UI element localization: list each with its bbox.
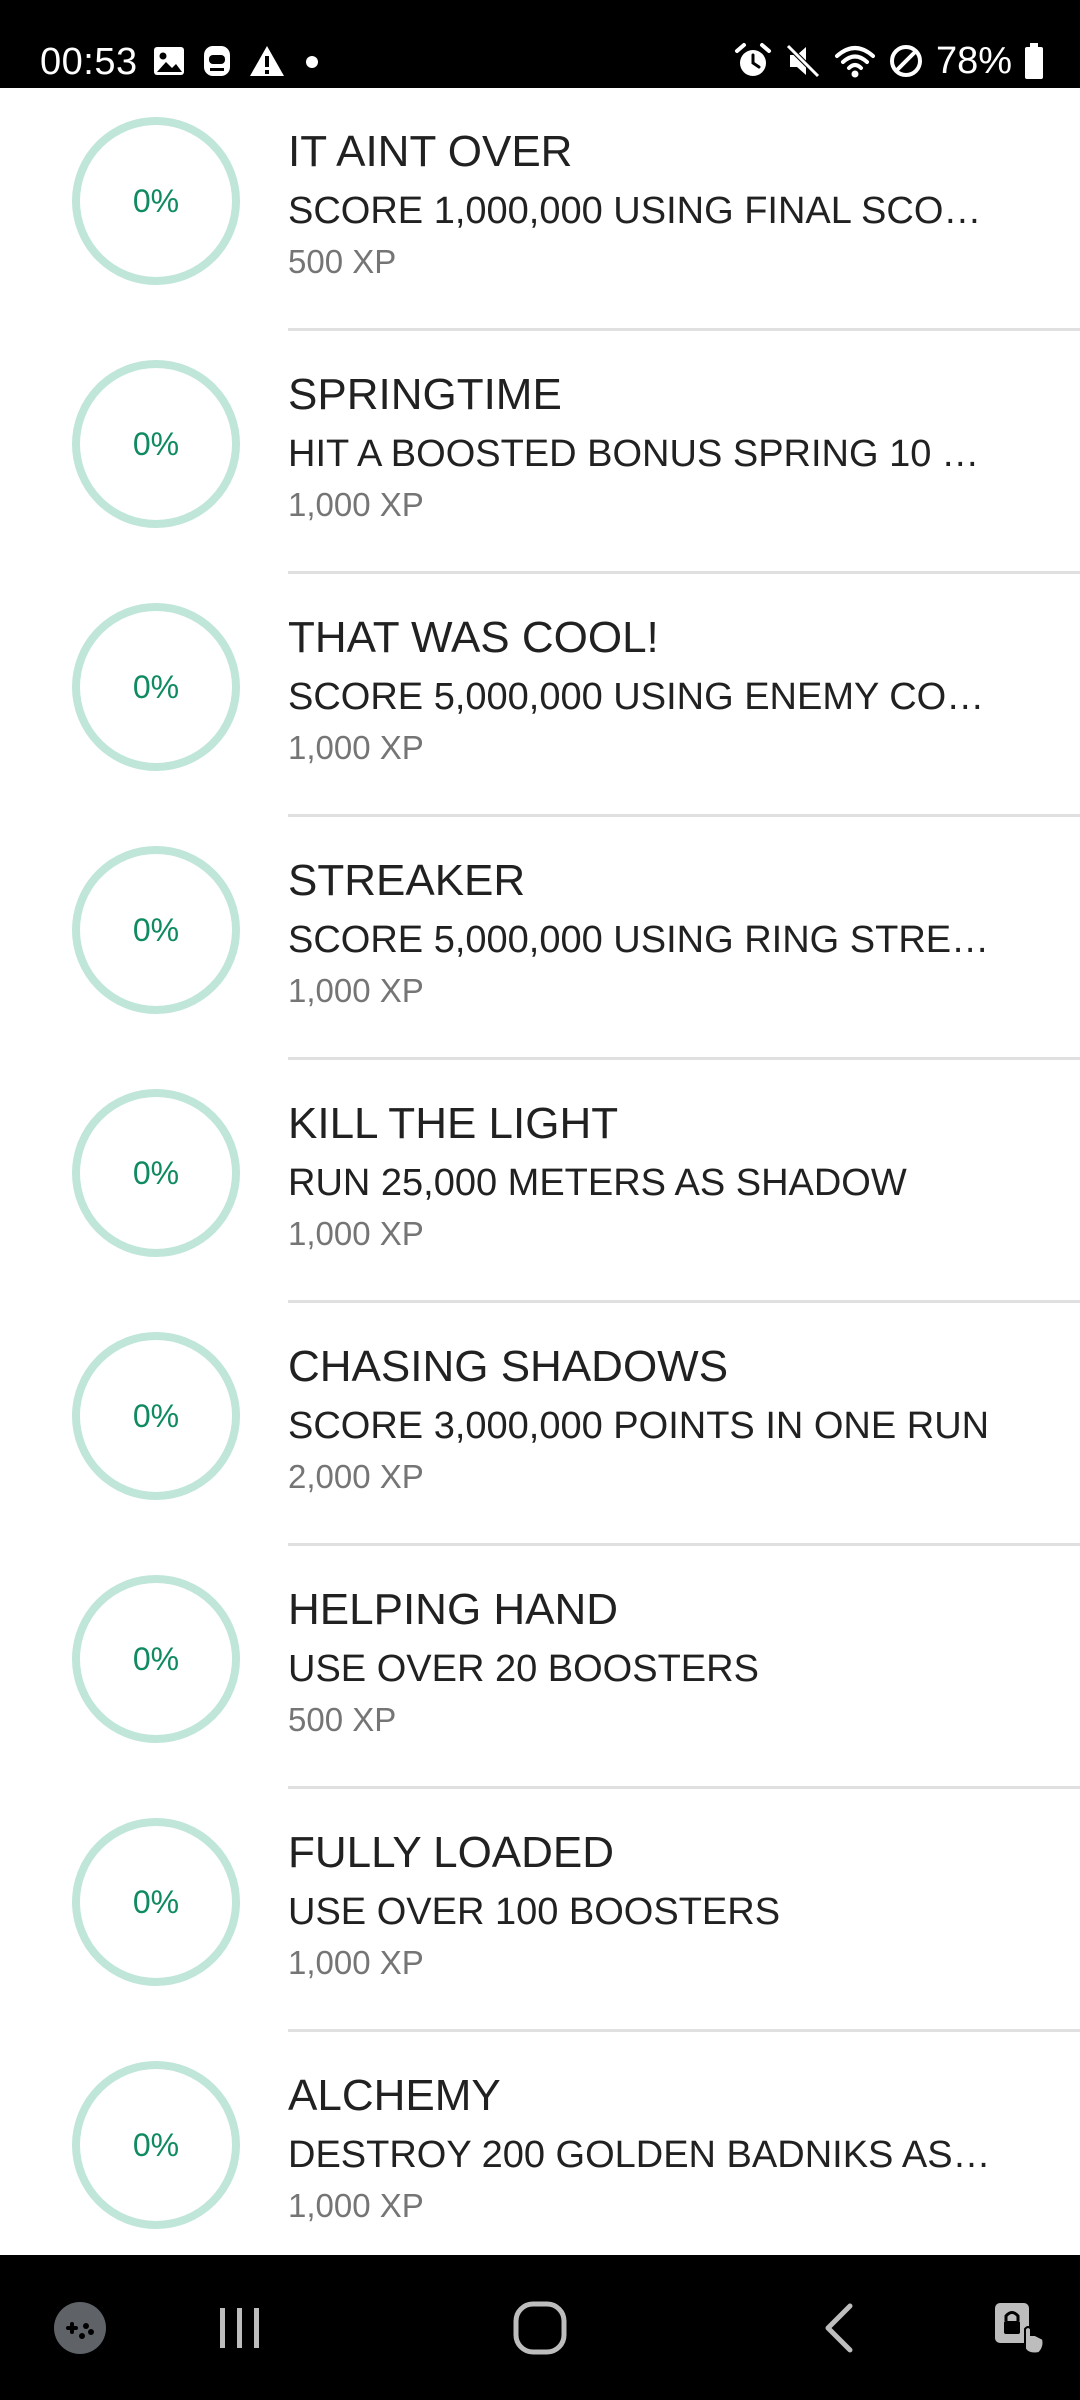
achievement-xp: 1,000 XP	[288, 1215, 424, 1252]
achievement-description: DESTROY 200 GOLDEN BADNIKS AS SHADOW	[288, 2134, 1000, 2176]
achievement-title: KILL THE LIGHT	[288, 1099, 619, 1148]
warning-icon	[250, 46, 284, 76]
achievement-row[interactable]: 0% SPRINGTIME HIT A BOOSTED BONUS SPRING…	[0, 331, 1080, 574]
bixby-icon	[204, 46, 230, 76]
achievement-row[interactable]: 0% FULLY LOADED USE OVER 100 BOOSTERS 1,…	[0, 1789, 1080, 2032]
screen-lock-touch-button[interactable]	[960, 2255, 1080, 2400]
achievement-description: RUN 25,000 METERS AS SHADOW	[288, 1162, 907, 1204]
achievement-xp: 1,000 XP	[288, 486, 424, 523]
progress-percent: 0%	[132, 669, 180, 705]
achievement-xp: 500 XP	[288, 243, 397, 280]
achievement-title: SPRINGTIME	[288, 370, 562, 419]
progress-ring: 0%	[72, 603, 240, 771]
achievement-row[interactable]: 0% THAT WAS COOL! SCORE 5,000,000 USING …	[0, 574, 1080, 817]
status-time: 00:53	[40, 41, 138, 83]
achievement-xp: 1,000 XP	[288, 729, 424, 766]
progress-percent: 0%	[132, 1155, 180, 1191]
game-tools-button[interactable]	[20, 2255, 140, 2400]
screen-lock-touch-icon	[995, 2302, 1045, 2354]
achievement-row[interactable]: 0% KILL THE LIGHT RUN 25,000 METERS AS S…	[0, 1060, 1080, 1303]
back-icon	[825, 2303, 853, 2352]
progress-ring: 0%	[72, 117, 240, 285]
achievement-title: ALCHEMY	[288, 2071, 501, 2120]
progress-ring: 0%	[72, 846, 240, 1014]
achievement-title: THAT WAS COOL!	[288, 613, 659, 662]
recent-apps-icon	[220, 2307, 259, 2348]
progress-percent: 0%	[132, 912, 180, 948]
achievement-title: IT AINT OVER	[288, 127, 573, 176]
progress-ring: 0%	[72, 1089, 240, 1257]
progress-percent: 0%	[132, 2127, 180, 2163]
status-system-icons: 78%	[734, 40, 1044, 82]
alarm-icon	[734, 43, 771, 76]
achievement-description: HIT A BOOSTED BONUS SPRING 10 TIMES	[288, 433, 1000, 475]
battery-percentage: 78%	[935, 40, 1012, 82]
dot-icon	[306, 56, 318, 68]
home-button[interactable]	[480, 2255, 600, 2400]
achievement-title: CHASING SHADOWS	[288, 1342, 729, 1391]
navigation-bar	[0, 2255, 1080, 2400]
achievement-list[interactable]: 0% IT AINT OVER SCORE 1,000,000 USING FI…	[0, 88, 1080, 2255]
back-button[interactable]	[780, 2255, 900, 2400]
recent-apps-button[interactable]	[180, 2255, 300, 2400]
progress-ring: 0%	[72, 1818, 240, 1986]
progress-percent: 0%	[132, 1398, 180, 1434]
achievement-xp: 500 XP	[288, 1701, 397, 1738]
home-icon	[513, 2301, 567, 2354]
gallery-icon	[154, 47, 184, 75]
battery-icon	[1025, 43, 1043, 79]
achievement-description: SCORE 5,000,000 USING ENEMY COMBO	[288, 676, 1000, 718]
achievement-title: STREAKER	[288, 856, 526, 905]
achievement-xp: 1,000 XP	[288, 2187, 424, 2224]
achievement-row[interactable]: 0% HELPING HAND USE OVER 20 BOOSTERS 500…	[0, 1546, 1080, 1789]
achievement-description: USE OVER 20 BOOSTERS	[288, 1648, 759, 1690]
progress-ring: 0%	[72, 1575, 240, 1743]
achievement-xp: 2,000 XP	[288, 1458, 424, 1495]
status-bar: 00:53 78%	[0, 0, 1080, 88]
progress-ring: 0%	[72, 360, 240, 528]
achievement-row[interactable]: 0% ALCHEMY DESTROY 200 GOLDEN BADNIKS AS…	[0, 2032, 1080, 2255]
status-notification-icons	[152, 40, 324, 82]
progress-percent: 0%	[132, 426, 180, 462]
achievement-row[interactable]: 0% CHASING SHADOWS SCORE 3,000,000 POINT…	[0, 1303, 1080, 1546]
achievement-xp: 1,000 XP	[288, 972, 424, 1009]
progress-ring: 0%	[72, 2061, 240, 2229]
progress-percent: 0%	[132, 1884, 180, 1920]
achievement-title: HELPING HAND	[288, 1585, 619, 1634]
progress-ring: 0%	[72, 1332, 240, 1500]
game-tools-icon	[54, 2301, 106, 2354]
achievement-title: FULLY LOADED	[288, 1828, 615, 1877]
progress-percent: 0%	[132, 183, 180, 219]
achievement-row[interactable]: 0% IT AINT OVER SCORE 1,000,000 USING FI…	[0, 88, 1080, 331]
wifi-icon	[834, 46, 875, 78]
do-not-disturb-icon	[889, 45, 922, 77]
achievement-description: SCORE 5,000,000 USING RING STREAK	[288, 919, 1000, 961]
achievement-xp: 1,000 XP	[288, 1944, 424, 1981]
achievement-description: USE OVER 100 BOOSTERS	[288, 1891, 781, 1933]
achievement-description: SCORE 1,000,000 USING FINAL SCORE BONUS	[288, 190, 1000, 232]
achievement-row[interactable]: 0% STREAKER SCORE 5,000,000 USING RING S…	[0, 817, 1080, 1060]
achievement-description: SCORE 3,000,000 POINTS IN ONE RUN	[288, 1405, 990, 1447]
mute-icon	[786, 44, 820, 78]
progress-percent: 0%	[132, 1641, 180, 1677]
